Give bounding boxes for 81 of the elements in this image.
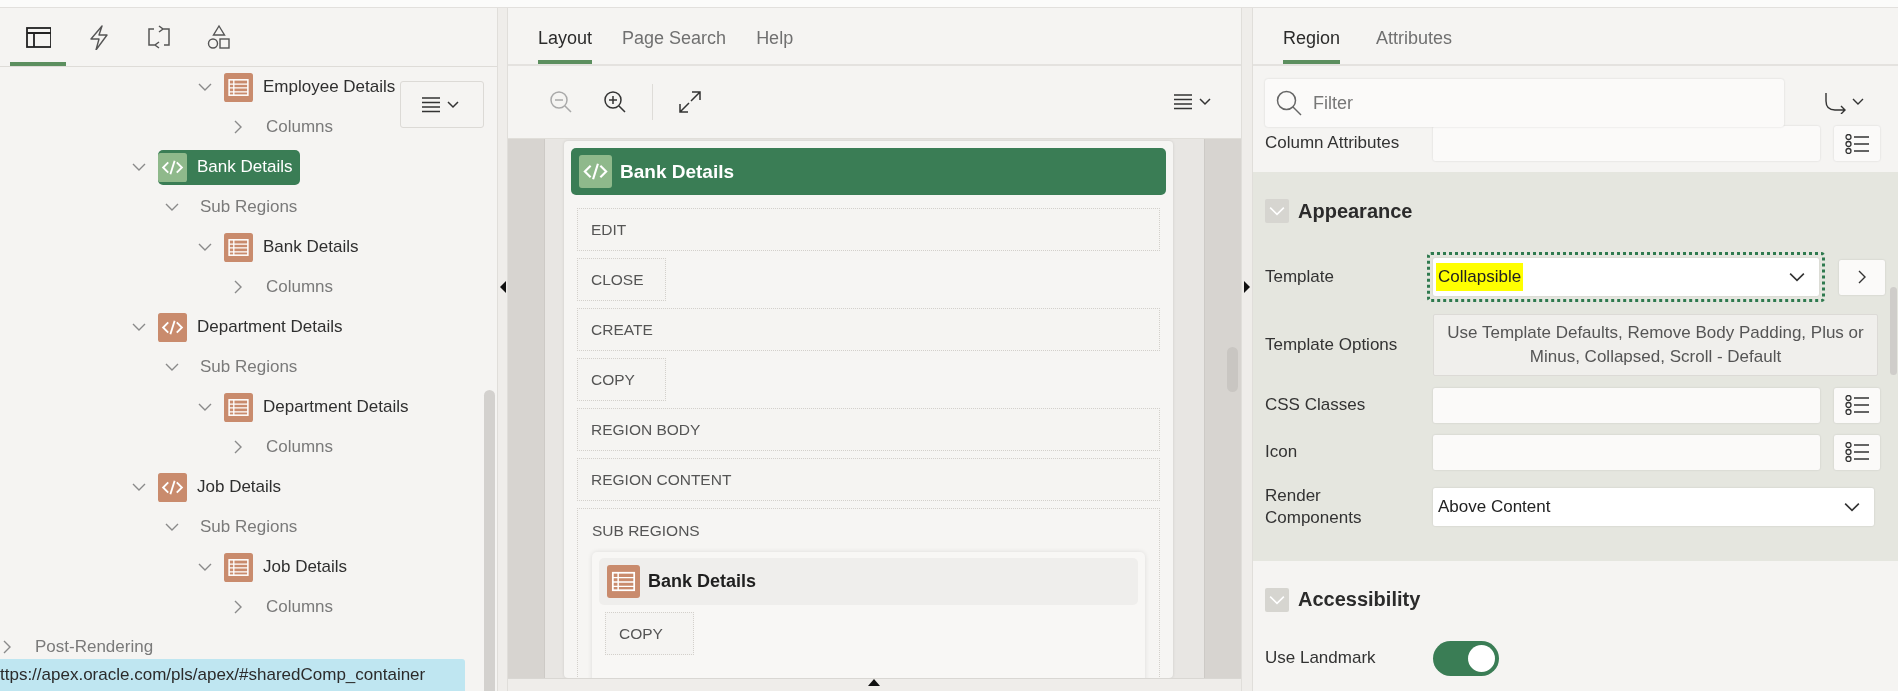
select-field[interactable]: Collapsible (1427, 252, 1825, 302)
tree-item[interactable]: Columns (257, 114, 342, 140)
slot[interactable]: CLOSE (577, 258, 666, 301)
search-icon (1276, 90, 1302, 116)
table-icon (607, 565, 640, 598)
tree-item[interactable]: Sub Regions (191, 194, 306, 220)
slot-label: SUB REGIONS (592, 520, 701, 541)
go-to-menu-button[interactable] (1824, 92, 1866, 114)
tree-item[interactable]: Bank Details (224, 229, 367, 265)
slot[interactable]: REGION BODY (577, 408, 1160, 451)
tree-item[interactable]: Job Details (158, 469, 290, 505)
zoom-out-icon (549, 90, 573, 114)
field-label: Template (1265, 265, 1335, 288)
code-icon (158, 312, 187, 342)
tab[interactable]: Attributes (1376, 8, 1453, 64)
tab[interactable]: Page Search (622, 8, 727, 64)
slot[interactable]: EDIT (577, 208, 1160, 251)
shapes-icon (205, 24, 231, 50)
zoom-in-icon (603, 90, 627, 114)
menu-lines-icon (1174, 93, 1214, 111)
field-label: Icon (1265, 441, 1299, 464)
list-button[interactable] (1834, 387, 1880, 423)
tree-item[interactable]: Sub Regions (191, 354, 306, 380)
list-icon (1845, 133, 1869, 154)
tree-item[interactable]: Job Details (224, 549, 356, 585)
field-label: CSS Classes (1265, 394, 1367, 417)
text-field[interactable] (1433, 126, 1820, 161)
section-title: Appearance (1298, 199, 1413, 223)
status-url: ttps://apex.oracle.com/pls/apex/#sharedComp_container (0, 659, 465, 691)
slot[interactable]: COPY (605, 612, 694, 655)
triangle-up-icon[interactable] (868, 679, 880, 686)
tab[interactable]: Layout (538, 8, 593, 64)
list-button[interactable] (1834, 434, 1880, 470)
options-field[interactable]: Use Template Defaults, Remove Body Padding, Plus or Minus, Collapsed, Scroll - Default (1433, 314, 1878, 376)
region-header[interactable]: Bank Details (599, 558, 1138, 605)
tree-item[interactable]: Bank Details (158, 149, 301, 185)
tab[interactable]: Help (756, 8, 794, 64)
text-field[interactable] (1433, 387, 1820, 423)
region-header[interactable]: Bank Details (571, 148, 1166, 195)
tree-item[interactable]: Post-Rendering (26, 634, 162, 660)
tree-item[interactable]: Columns (257, 274, 342, 300)
tree-item[interactable]: Employee Details (224, 69, 404, 105)
scrollbar[interactable] (1890, 287, 1897, 375)
code-icon (158, 152, 187, 182)
table-icon (224, 552, 253, 582)
slot[interactable]: COPY (577, 358, 666, 401)
code-icon (158, 472, 187, 502)
menu-lines-icon (422, 95, 462, 114)
region-title: Bank Details (620, 160, 735, 183)
text-field[interactable] (1433, 434, 1820, 470)
toggle-switch[interactable] (1433, 640, 1499, 676)
scrollbar[interactable] (484, 390, 495, 691)
list-icon (1845, 442, 1869, 463)
section-title: Accessibility (1298, 588, 1421, 612)
table-icon (224, 232, 253, 262)
tree-item[interactable]: Department Details (158, 309, 351, 345)
region-title: Bank Details (648, 571, 757, 592)
list-button[interactable] (1834, 126, 1880, 161)
table-icon (224, 72, 253, 102)
triangle-left-icon[interactable] (499, 281, 506, 293)
list-icon (1845, 395, 1869, 416)
field-label: Column Attributes (1265, 132, 1401, 155)
turn-arrow-icon (1824, 92, 1866, 114)
field-label: Render Components (1265, 484, 1363, 529)
slot[interactable]: REGION CONTENT (577, 458, 1160, 501)
field-label: Use Landmark (1265, 647, 1377, 670)
tab[interactable]: Region (1283, 8, 1341, 64)
field-label: Template Options (1265, 333, 1399, 356)
tree-item[interactable]: Columns (257, 594, 342, 620)
panel-icon (25, 24, 51, 50)
triangle-right-icon[interactable] (1244, 281, 1250, 293)
tree-item[interactable]: Columns (257, 434, 342, 460)
code-icon (579, 155, 612, 188)
tree-item[interactable]: Sub Regions (191, 514, 306, 540)
tree-item[interactable]: Department Details (224, 389, 417, 425)
menu-button[interactable] (400, 81, 484, 128)
expand-icon (678, 90, 702, 114)
slot[interactable]: CREATE (577, 308, 1160, 351)
sync-icon (145, 24, 171, 50)
filter-field[interactable]: Filter (1265, 79, 1784, 127)
table-icon (224, 392, 253, 422)
